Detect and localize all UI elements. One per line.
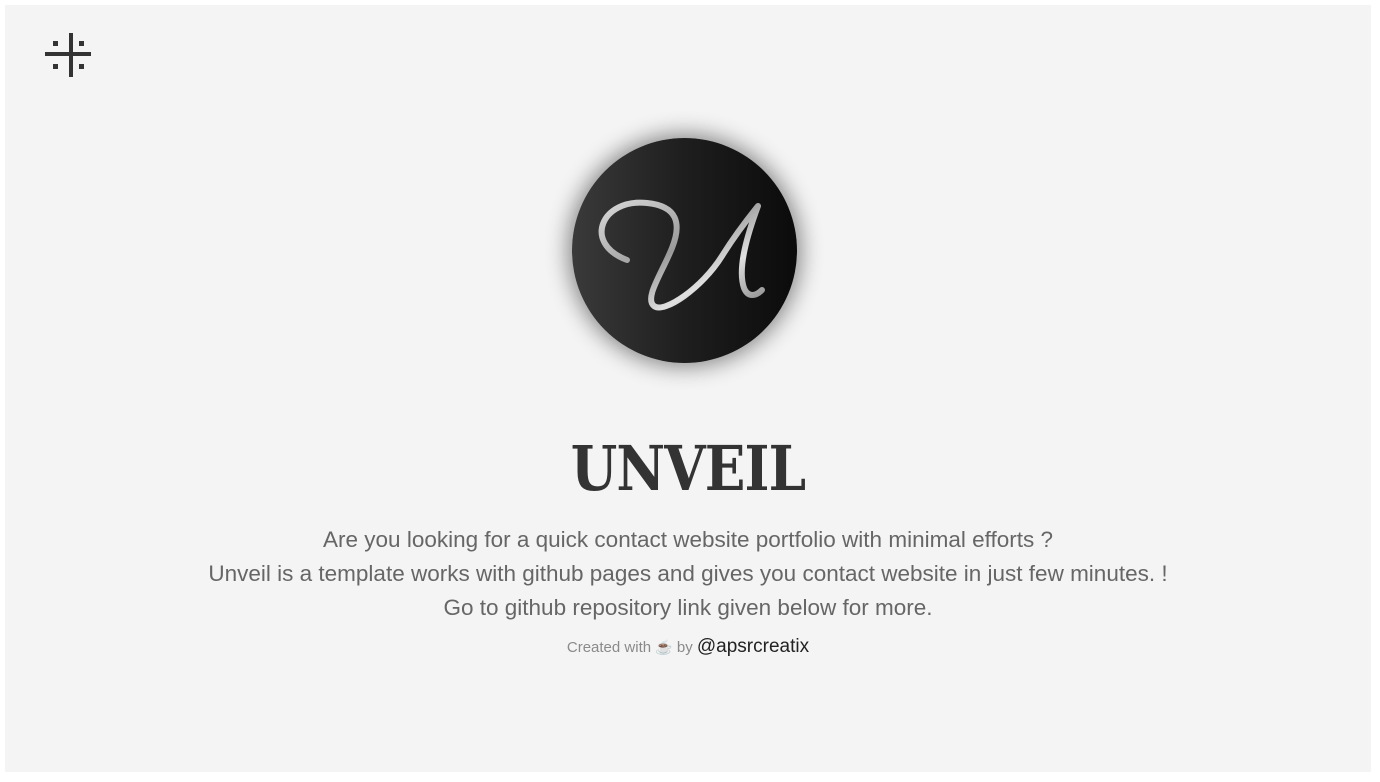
credit-text: Created with <box>566 639 652 656</box>
credit-line: Created with ☕ by @apsrcreatix <box>5 635 1371 660</box>
credit-by: by <box>676 639 693 656</box>
description-line: Are you looking for a quick contact webs… <box>323 527 1053 552</box>
profile-avatar <box>572 138 797 363</box>
site-title: UNVEIL <box>570 432 806 505</box>
description: Are you looking for a quick contact webs… <box>5 523 1371 625</box>
page: UNVEIL Are you looking for a quick conta… <box>5 5 1371 772</box>
description-line: Go to github repository link given below… <box>443 595 933 620</box>
description-line: Unveil is a template works with github p… <box>208 561 1168 586</box>
coffee-icon: ☕ <box>655 639 673 655</box>
author-link[interactable]: @apsrcreatix <box>697 636 809 657</box>
hash-grid-icon[interactable] <box>45 33 97 85</box>
script-u-logo <box>598 199 765 311</box>
